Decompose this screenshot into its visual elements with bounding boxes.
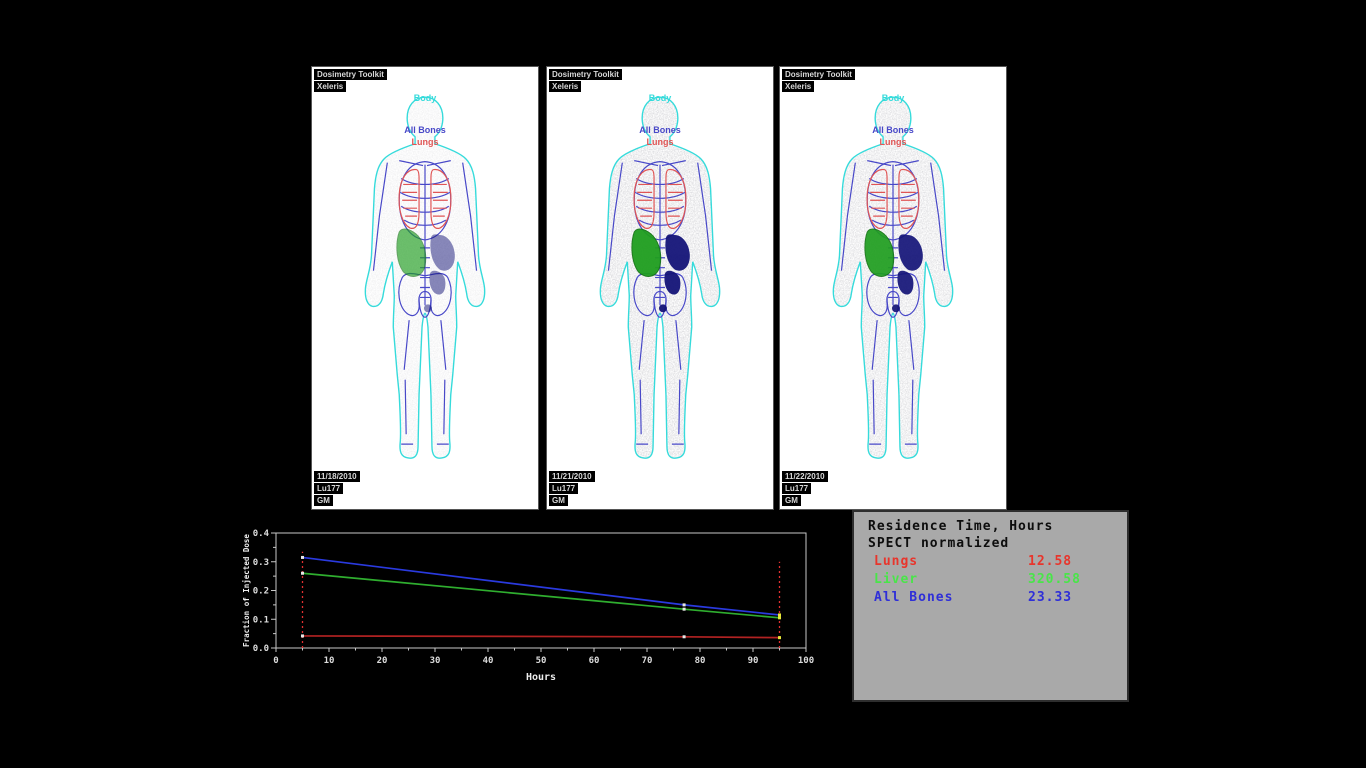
row-label: Liver xyxy=(874,572,1028,587)
data-point-marker[interactable] xyxy=(301,634,304,637)
residence-row-lungs: Lungs 12.58 xyxy=(854,551,1127,569)
x-tick-label: 100 xyxy=(798,656,814,666)
scan-2-header: Dosimetry Toolkit Xeleris xyxy=(549,69,622,92)
row-label: Lungs xyxy=(874,554,1028,569)
series-liver xyxy=(303,573,780,618)
scan-panel-1[interactable]: Dosimetry Toolkit Xeleris Body All Bones… xyxy=(311,66,539,510)
scan-panel-3[interactable]: Dosimetry Toolkit Xeleris Body All Bones… xyxy=(779,66,1007,510)
scan-3-header: Dosimetry Toolkit Xeleris xyxy=(782,69,855,92)
lungs-label: Lungs xyxy=(312,137,538,147)
detector-label: GM xyxy=(549,495,568,506)
data-point-marker[interactable] xyxy=(683,635,686,638)
row-label: All Bones xyxy=(874,590,1028,605)
scan-2-footer: 11/21/2010 Lu177 GM xyxy=(549,471,595,506)
app-title-chip: Dosimetry Toolkit xyxy=(782,69,855,80)
data-point-marker[interactable] xyxy=(778,613,781,616)
data-point-marker[interactable] xyxy=(683,603,686,606)
x-tick-label: 10 xyxy=(324,656,335,666)
all-bones-label: All Bones xyxy=(780,125,1006,135)
body-label: Body xyxy=(312,93,538,103)
isotope-label: Lu177 xyxy=(314,483,343,494)
data-point-marker[interactable] xyxy=(301,572,304,575)
x-tick-label: 60 xyxy=(589,656,600,666)
residence-row-liver: Liver 320.58 xyxy=(854,569,1127,587)
body-label: Body xyxy=(780,93,1006,103)
plot-frame xyxy=(276,533,806,648)
series-lungs xyxy=(303,636,780,638)
time-activity-chart[interactable]: 0 10 20 30 40 50 60 70 80 90 100 0.0 0.1 0.2 0.3 0.4 Hou… xyxy=(240,520,825,692)
y-tick-label: 0.1 xyxy=(253,615,269,625)
workstation-chip: Xeleris xyxy=(782,81,814,92)
residence-subtitle: SPECT normalized xyxy=(854,534,1127,551)
all-bones-label: All Bones xyxy=(547,125,773,135)
data-point-marker[interactable] xyxy=(301,556,304,559)
series-all-bones xyxy=(303,557,780,615)
dose-chart-svg: 0 10 20 30 40 50 60 70 80 90 100 0.0 0.1 0.2 0.3 0.4 Hou… xyxy=(240,520,825,692)
workstation-chip: Xeleris xyxy=(549,81,581,92)
x-tick-label: 70 xyxy=(642,656,653,666)
y-axis-label: Fraction of Injected Dose xyxy=(242,534,251,647)
isotope-label: Lu177 xyxy=(782,483,811,494)
app-title-chip: Dosimetry Toolkit xyxy=(549,69,622,80)
y-tick-label: 0.2 xyxy=(253,587,269,597)
data-point-marker[interactable] xyxy=(683,608,686,611)
y-tick-label: 0.4 xyxy=(253,529,270,539)
detector-label: GM xyxy=(314,495,333,506)
x-tick-label: 50 xyxy=(536,656,547,666)
app-title-chip: Dosimetry Toolkit xyxy=(314,69,387,80)
scan-1-footer: 11/18/2010 Lu177 GM xyxy=(314,471,360,506)
x-tick-label: 90 xyxy=(748,656,759,666)
x-tick-label: 0 xyxy=(273,656,278,666)
x-tick-label: 20 xyxy=(377,656,388,666)
residence-time-panel: Residence Time, Hours SPECT normalized L… xyxy=(852,510,1129,702)
data-point-marker[interactable] xyxy=(778,636,781,639)
y-tick-label: 0.0 xyxy=(253,644,269,654)
body-label: Body xyxy=(547,93,773,103)
scan-1-header: Dosimetry Toolkit Xeleris xyxy=(314,69,387,92)
scan-3-footer: 11/22/2010 Lu177 GM xyxy=(782,471,828,506)
row-value: 23.33 xyxy=(1028,590,1113,605)
scan-date: 11/21/2010 xyxy=(549,471,595,482)
data-point-marker[interactable] xyxy=(778,616,781,619)
x-axis-label: Hours xyxy=(526,672,556,683)
y-tick-label: 0.3 xyxy=(253,558,269,568)
detector-label: GM xyxy=(782,495,801,506)
row-value: 12.58 xyxy=(1028,554,1113,569)
residence-title: Residence Time, Hours xyxy=(854,512,1127,534)
scan-date: 11/18/2010 xyxy=(314,471,360,482)
x-tick-label: 40 xyxy=(483,656,494,666)
lungs-label: Lungs xyxy=(780,137,1006,147)
workstation-chip: Xeleris xyxy=(314,81,346,92)
row-value: 320.58 xyxy=(1028,572,1113,587)
lungs-label: Lungs xyxy=(547,137,773,147)
scan-panel-2[interactable]: Dosimetry Toolkit Xeleris Body All Bones… xyxy=(546,66,774,510)
x-tick-label: 80 xyxy=(695,656,706,666)
residence-row-all-bones: All Bones 23.33 xyxy=(854,587,1127,605)
scan-date: 11/22/2010 xyxy=(782,471,828,482)
x-tick-label: 30 xyxy=(430,656,441,666)
all-bones-label: All Bones xyxy=(312,125,538,135)
isotope-label: Lu177 xyxy=(549,483,578,494)
application-background: Dosimetry Toolkit Xeleris Body All Bones… xyxy=(0,0,1366,768)
